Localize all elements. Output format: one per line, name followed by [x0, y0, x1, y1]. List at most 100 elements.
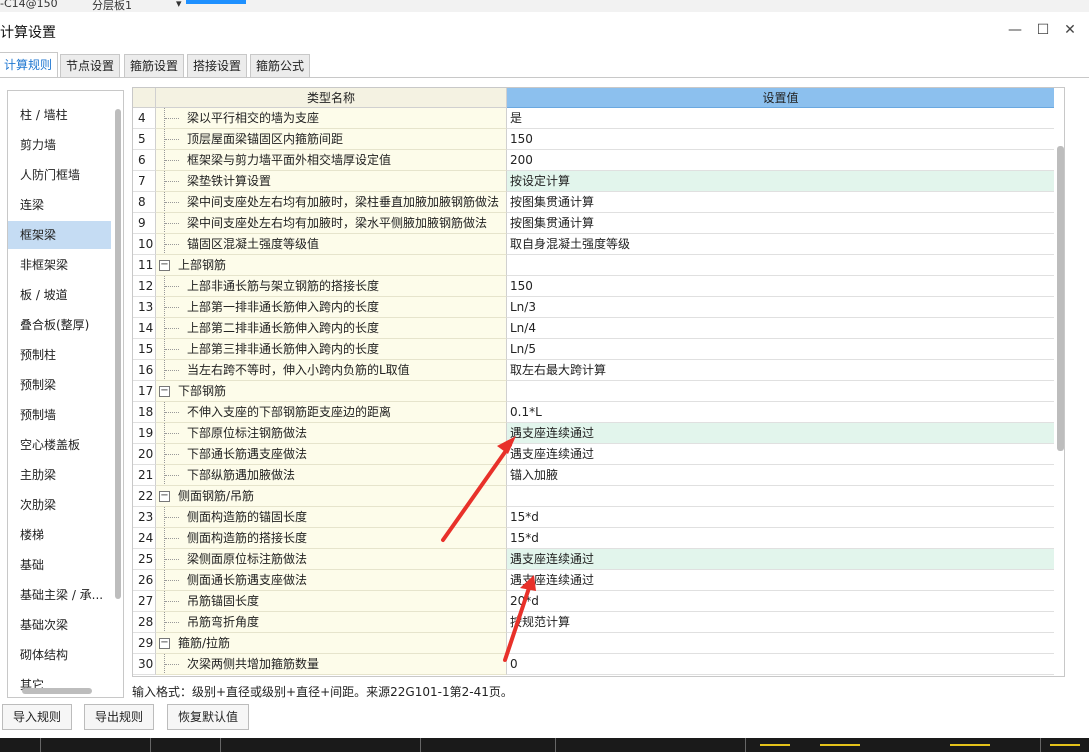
row-value-cell[interactable]: 20*d	[507, 591, 1054, 612]
tab-stirrup-formula[interactable]: 箍筋公式	[250, 54, 311, 78]
sidebar-item[interactable]: 基础	[8, 551, 111, 579]
row-value-cell[interactable]: 按设定计算	[507, 171, 1054, 192]
collapse-icon[interactable]: −	[159, 491, 170, 502]
tab-calc-rules[interactable]: 计算规则	[0, 52, 59, 78]
row-value-cell[interactable]: 是	[507, 108, 1054, 129]
row-value-cell[interactable]: 按图集贯通计算	[507, 213, 1054, 234]
table-row[interactable]: 26 侧面通长筋遇支座做法 遇支座连续通过	[133, 570, 1054, 591]
table-group-row[interactable]: 17− 下部钢筋	[133, 381, 1054, 402]
collapse-icon[interactable]: −	[159, 386, 170, 397]
table-row[interactable]: 23 侧面构造筋的锚固长度 15*d	[133, 507, 1054, 528]
row-value-cell[interactable]: Ln/4	[507, 318, 1054, 339]
sidebar-item[interactable]: 人防门框墙	[8, 161, 111, 189]
table-row[interactable]: 12 上部非通长筋与架立钢筋的搭接长度 150	[133, 276, 1054, 297]
table-group-row[interactable]: 29− 箍筋/拉筋	[133, 633, 1054, 654]
row-value-cell[interactable]: Ln/3	[507, 297, 1054, 318]
row-value-cell[interactable]: 遇支座连续通过	[507, 549, 1054, 570]
sidebar-vertical-scrollbar[interactable]	[115, 109, 121, 599]
row-value-cell[interactable]: 15*d	[507, 507, 1054, 528]
table-row[interactable]: 24 侧面构造筋的搭接长度 15*d	[133, 528, 1054, 549]
row-value-cell[interactable]: 150	[507, 129, 1054, 150]
minimize-icon[interactable]: —	[1005, 22, 1025, 38]
table-row[interactable]: 6 框架梁与剪力墙平面外相交墙厚设定值 200	[133, 150, 1054, 171]
tab-lap-settings[interactable]: 搭接设置	[187, 54, 248, 78]
sidebar-horizontal-scrollbar[interactable]	[22, 688, 92, 694]
row-value-cell[interactable]: 遇支座连续通过	[507, 570, 1054, 591]
maximize-icon[interactable]: ☐	[1033, 22, 1053, 38]
row-value-cell[interactable]: 遇支座连续通过	[507, 423, 1054, 444]
table-row[interactable]: 27 吊筋锚固长度 20*d	[133, 591, 1054, 612]
sidebar-item[interactable]: 板 / 坡道	[8, 281, 111, 309]
sidebar-item[interactable]: 预制梁	[8, 371, 111, 399]
table-row[interactable]: 15 上部第三排非通长筋伸入跨内的长度 Ln/5	[133, 339, 1054, 360]
close-icon[interactable]: ✕	[1060, 22, 1080, 38]
row-name: 不伸入支座的下部钢筋距支座边的距离	[187, 405, 392, 419]
row-value-cell[interactable]: 按图集贯通计算	[507, 192, 1054, 213]
tab-bar: 计算规则 节点设置 箍筋设置 搭接设置 箍筋公式	[0, 52, 1089, 78]
table-row[interactable]: 30 次梁两侧共增加箍筋数量 0	[133, 654, 1054, 675]
sidebar-item[interactable]: 基础主梁 / 承...	[8, 581, 111, 609]
tree-line	[165, 223, 179, 224]
table-row[interactable]: 9 梁中间支座处左右均有加腋时，梁水平侧腋加腋钢筋做法 按图集贯通计算	[133, 213, 1054, 234]
tab-stirrup-settings[interactable]: 箍筋设置	[124, 54, 185, 78]
sidebar-item[interactable]: 基础次梁	[8, 611, 111, 639]
collapse-icon[interactable]: −	[159, 260, 170, 271]
table-row[interactable]: 16 当左右跨不等时，伸入小跨内负筋的L取值 取左右最大跨计算	[133, 360, 1054, 381]
table-row[interactable]: 18 不伸入支座的下部钢筋距支座边的距离 0.1*L	[133, 402, 1054, 423]
sidebar-item[interactable]: 主肋梁	[8, 461, 111, 489]
sidebar-item[interactable]: 框架梁	[8, 221, 111, 249]
sidebar-item[interactable]: 剪力墙	[8, 131, 111, 159]
row-value-cell[interactable]: 锚入加腋	[507, 465, 1054, 486]
row-name: 侧面通长筋遇支座做法	[187, 573, 308, 587]
table-row[interactable]: 7 梁垫铁计算设置 按设定计算	[133, 171, 1054, 192]
import-rules-button[interactable]: 导入规则	[2, 704, 73, 730]
row-value-cell[interactable]: 0.1*L	[507, 402, 1054, 423]
row-value-cell[interactable]: 200	[507, 150, 1054, 171]
row-value-cell[interactable]: 遇支座连续通过	[507, 444, 1054, 465]
row-value-cell[interactable]: 15*d	[507, 528, 1054, 549]
table-row[interactable]: 21 下部纵筋遇加腋做法 锚入加腋	[133, 465, 1054, 486]
restore-defaults-button[interactable]: 恢复默认值	[167, 704, 250, 730]
row-value-cell[interactable]	[507, 633, 1054, 654]
grid-vertical-scrollbar[interactable]	[1057, 146, 1064, 451]
table-row[interactable]: 4 梁以平行相交的墙为支座 是	[133, 108, 1054, 129]
row-value-cell[interactable]: 按规范计算	[507, 612, 1054, 633]
export-rules-button[interactable]: 导出规则	[84, 704, 155, 730]
sidebar-item[interactable]: 楼梯	[8, 521, 111, 549]
background-cad-canvas	[0, 738, 1089, 752]
table-row[interactable]: 8 梁中间支座处左右均有加腋时，梁柱垂直加腋加腋钢筋做法 按图集贯通计算	[133, 192, 1054, 213]
table-row[interactable]: 10 锚固区混凝土强度等级值 取自身混凝土强度等级	[133, 234, 1054, 255]
row-value-cell[interactable]	[507, 381, 1054, 402]
row-value-cell[interactable]: Ln/5	[507, 339, 1054, 360]
sidebar-item[interactable]: 非框架梁	[8, 251, 111, 279]
sidebar-item[interactable]: 次肋梁	[8, 491, 111, 519]
sidebar-item[interactable]: 空心楼盖板	[8, 431, 111, 459]
table-group-row[interactable]: 22− 侧面钢筋/吊筋	[133, 486, 1054, 507]
table-row[interactable]: 25 梁侧面原位标注筋做法 遇支座连续通过	[133, 549, 1054, 570]
table-row[interactable]: 5 顶层屋面梁锚固区内箍筋间距 150	[133, 129, 1054, 150]
row-name: 上部钢筋	[178, 258, 227, 272]
row-value-cell[interactable]: 取左右最大跨计算	[507, 360, 1054, 381]
row-value-cell[interactable]: 取自身混凝土强度等级	[507, 234, 1054, 255]
row-value-cell[interactable]	[507, 486, 1054, 507]
row-value-cell[interactable]: 0	[507, 654, 1054, 675]
sidebar-item[interactable]: 砌体结构	[8, 641, 111, 669]
row-name: 顶层屋面梁锚固区内箍筋间距	[187, 132, 344, 146]
tab-node-settings[interactable]: 节点设置	[60, 54, 121, 78]
sidebar-item[interactable]: 预制墙	[8, 401, 111, 429]
table-row[interactable]: 13 上部第一排非通长筋伸入跨内的长度 Ln/3	[133, 297, 1054, 318]
sidebar-item[interactable]: 连梁	[8, 191, 111, 219]
table-row[interactable]: 28 吊筋弯折角度 按规范计算	[133, 612, 1054, 633]
sidebar-item[interactable]: 叠合板(整厚)	[8, 311, 111, 339]
row-value-cell[interactable]: 150	[507, 276, 1054, 297]
sidebar-item[interactable]: 预制柱	[8, 341, 111, 369]
table-row[interactable]: 14 上部第二排非通长筋伸入跨内的长度 Ln/4	[133, 318, 1054, 339]
row-value-cell[interactable]	[507, 255, 1054, 276]
collapse-icon[interactable]: −	[159, 638, 170, 649]
row-number: 23	[133, 507, 156, 528]
table-group-row[interactable]: 11− 上部钢筋	[133, 255, 1054, 276]
sidebar-item[interactable]: 柱 / 墙柱	[8, 101, 111, 129]
table-row[interactable]: 20 下部通长筋遇支座做法 遇支座连续通过	[133, 444, 1054, 465]
tree-line	[165, 664, 179, 665]
table-row[interactable]: 19 下部原位标注钢筋做法 遇支座连续通过	[133, 423, 1054, 444]
